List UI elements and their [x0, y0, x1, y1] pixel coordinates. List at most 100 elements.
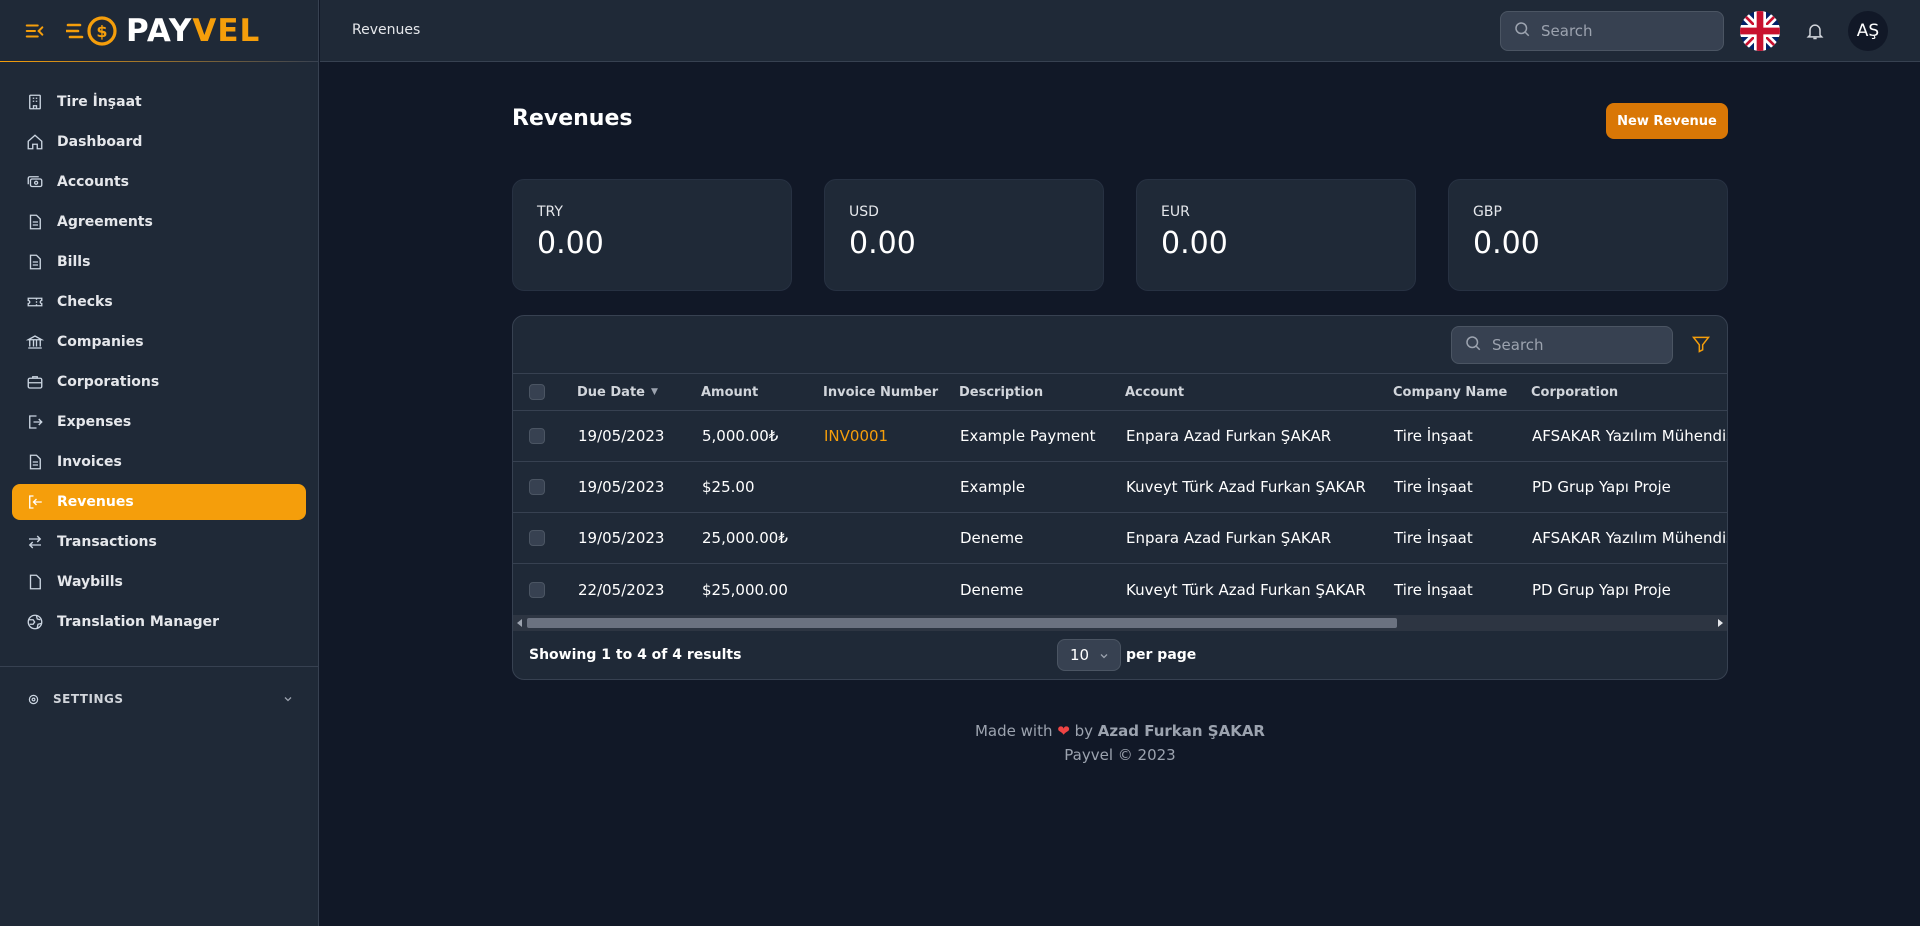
select-all-checkbox[interactable]: [529, 384, 545, 400]
cell-amount: 5,000.00₺: [702, 427, 779, 445]
sidebar-item-label: Tire İnşaat: [57, 94, 142, 110]
cell-corporation: PD Grup Yapı Proje: [1532, 478, 1671, 496]
table-row[interactable]: 19/05/2023 25,000.00₺ Deneme Enpara Azad…: [513, 513, 1727, 564]
ticket-icon: [26, 293, 44, 311]
filter-icon[interactable]: [1691, 334, 1711, 358]
stat-currency: USD: [849, 204, 879, 220]
sidebar-item-agreements[interactable]: Agreements: [12, 204, 306, 240]
column-header-amount: Amount: [701, 374, 758, 410]
stat-card-try: TRY 0.00: [512, 179, 792, 291]
language-flag-icon[interactable]: [1740, 11, 1780, 51]
row-checkbox[interactable]: [529, 530, 545, 546]
bell-icon[interactable]: [1805, 21, 1825, 45]
column-header-account: Account: [1125, 374, 1184, 410]
cell-due-date: 19/05/2023: [578, 478, 665, 496]
sidebar-item-label: Expenses: [57, 414, 132, 430]
sidebar-item-bills[interactable]: Bills: [12, 244, 306, 280]
settings-icon: [28, 690, 39, 709]
stat-currency: TRY: [537, 204, 563, 220]
column-label: Account: [1125, 384, 1185, 400]
footer: Made with ❤ by Azad Furkan ŞAKAR Payvel …: [320, 722, 1920, 764]
table-header-row: Due Date ▼ Amount Invoice Number Descript…: [513, 374, 1727, 411]
column-header-corporation: Corporation: [1531, 374, 1618, 410]
scroll-left-arrow-icon[interactable]: [517, 619, 522, 627]
column-label: Invoice Number: [823, 384, 939, 400]
sidebar-item-tire-insaat[interactable]: Tire İnşaat: [12, 84, 306, 120]
logout-icon: [26, 413, 44, 431]
coin-icon: $: [66, 15, 117, 46]
sidebar-item-label: Transactions: [57, 534, 157, 550]
table-row[interactable]: 19/05/2023 5,000.00₺ INV0001 Example Pay…: [513, 411, 1727, 462]
settings-group-toggle[interactable]: SETTINGS: [0, 667, 318, 731]
cell-company: Tire İnşaat: [1394, 478, 1473, 496]
horizontal-scrollbar[interactable]: [513, 615, 1727, 631]
global-search[interactable]: [1500, 11, 1724, 51]
author-link[interactable]: Azad Furkan ŞAKAR: [1098, 722, 1265, 740]
per-page-value: 10: [1070, 646, 1090, 664]
column-header-due-date[interactable]: Due Date ▼: [577, 374, 658, 410]
cell-due-date: 19/05/2023: [578, 427, 665, 445]
sidebar-item-checks[interactable]: Checks: [12, 284, 306, 320]
column-label: Amount: [701, 384, 759, 400]
row-select-cell: [529, 564, 545, 615]
table-row[interactable]: 19/05/2023 $25.00 Example Kuveyt Türk Az…: [513, 462, 1727, 513]
page-title: Revenues: [512, 106, 633, 131]
cell-account: Enpara Azad Furkan ŞAKAR: [1126, 529, 1332, 547]
stat-value: 0.00: [1161, 226, 1228, 261]
sidebar-item-label: Corporations: [57, 374, 160, 390]
sidebar-item-label: Waybills: [57, 574, 123, 590]
stat-card-usd: USD 0.00: [824, 179, 1104, 291]
cell-amount: $25,000.00: [702, 580, 788, 599]
scrollbar-thumb[interactable]: [527, 618, 1397, 628]
sidebar-item-waybills[interactable]: Waybills: [12, 564, 306, 600]
heart-icon: ❤: [1057, 722, 1070, 740]
per-page-select[interactable]: 10: [1057, 639, 1121, 671]
cell-account: Kuveyt Türk Azad Furkan ŞAKAR: [1126, 478, 1366, 496]
payvel-logo[interactable]: $ PAYVEL: [66, 13, 260, 49]
sidebar-item-revenues[interactable]: Revenues: [12, 484, 306, 520]
breadcrumb[interactable]: Revenues: [352, 22, 420, 38]
stat-card-eur: EUR 0.00: [1136, 179, 1416, 291]
row-select-cell: [529, 462, 545, 512]
sidebar-item-companies[interactable]: Companies: [12, 324, 306, 360]
search-icon: [1513, 20, 1531, 42]
file-icon: [26, 573, 44, 591]
sidebar-item-accounts[interactable]: Accounts: [12, 164, 306, 200]
cell-invoice-link[interactable]: INV0001: [824, 411, 888, 461]
menu-collapse-icon[interactable]: [24, 19, 48, 43]
table-search[interactable]: [1451, 326, 1673, 364]
cell-company: Tire İnşaat: [1394, 427, 1473, 445]
new-revenue-button[interactable]: New Revenue: [1606, 103, 1728, 139]
column-label: Corporation: [1531, 384, 1619, 400]
cell-corporation: PD Grup Yapı Proje: [1532, 580, 1671, 599]
avatar[interactable]: AŞ: [1848, 11, 1888, 51]
search-input[interactable]: [1541, 22, 1701, 40]
sidebar-item-expenses[interactable]: Expenses: [12, 404, 306, 440]
sidebar-item-dashboard[interactable]: Dashboard: [12, 124, 306, 160]
column-label: Description: [959, 384, 1044, 400]
scroll-right-arrow-icon[interactable]: [1718, 619, 1723, 627]
column-header-company-name: Company Name: [1393, 374, 1507, 410]
cell-corporation: AFSAKAR Yazılım Mühendis: [1532, 427, 1728, 445]
sidebar-item-transactions[interactable]: Transactions: [12, 524, 306, 560]
cell-description: Example Payment: [960, 427, 1096, 445]
cell-amount: $25.00: [702, 478, 755, 496]
table-row[interactable]: 22/05/2023 $25,000.00 Deneme Kuveyt Türk…: [513, 564, 1727, 615]
row-checkbox[interactable]: [529, 428, 545, 444]
cell-description: Deneme: [960, 580, 1024, 599]
cell-description: Example: [960, 478, 1026, 496]
sidebar-item-invoices[interactable]: Invoices: [12, 444, 306, 480]
row-checkbox[interactable]: [529, 479, 545, 495]
chevron-down-icon: [282, 690, 294, 709]
cell-company: Tire İnşaat: [1394, 529, 1473, 547]
table-toolbar: [513, 316, 1727, 374]
sidebar-item-translation-manager[interactable]: Translation Manager: [12, 604, 306, 640]
sidebar-item-label: Invoices: [57, 454, 122, 470]
sidebar-item-corporations[interactable]: Corporations: [12, 364, 306, 400]
row-checkbox[interactable]: [529, 581, 545, 598]
library-icon: [26, 333, 44, 351]
table-search-input[interactable]: [1492, 336, 1652, 354]
sidebar-item-label: Translation Manager: [57, 614, 220, 630]
cash-icon: [26, 173, 44, 191]
briefcase-icon: [26, 373, 44, 391]
